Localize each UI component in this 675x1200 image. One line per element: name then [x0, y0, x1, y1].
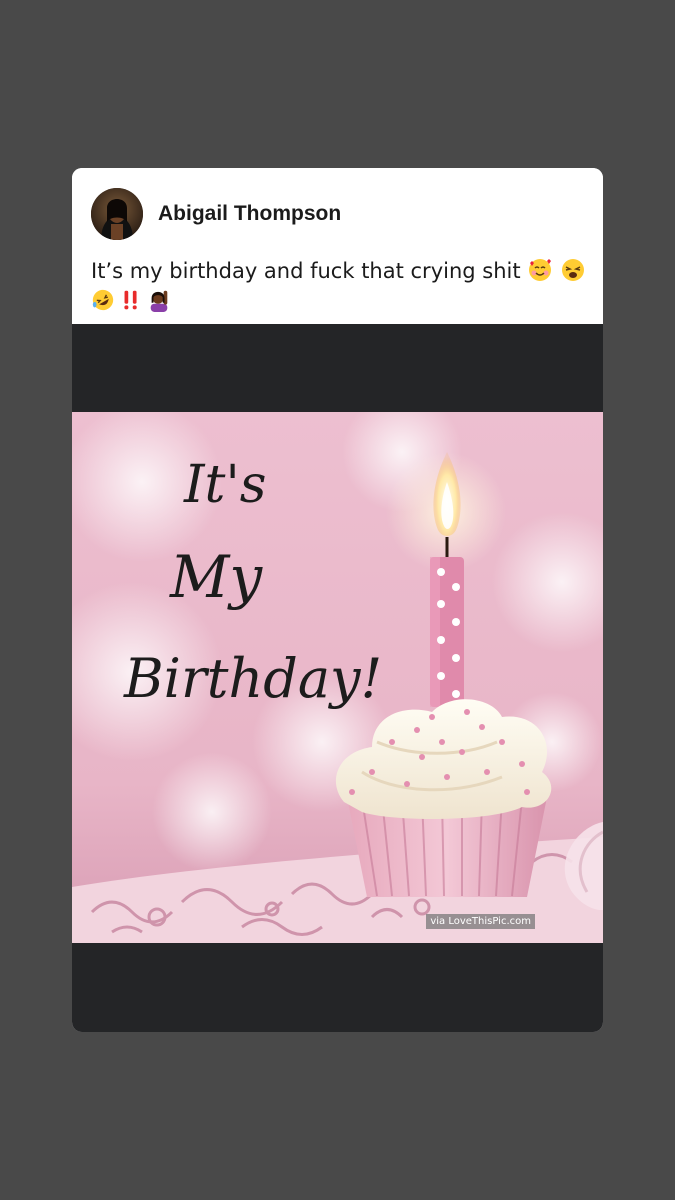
smiling-face-with-hearts-icon: [529, 259, 552, 281]
author-name[interactable]: Abigail Thompson: [158, 202, 341, 226]
birthday-cupcake-photo[interactable]: It's My Birthday! via LoveThisPic.com: [72, 412, 603, 943]
post-text: It’s my birthday and fuck that crying sh…: [91, 256, 591, 287]
post-header: Abigail Thompson It’s my birthday and fu…: [72, 168, 603, 324]
svg-text:My: My: [169, 543, 263, 611]
post-media[interactable]: It's My Birthday! via LoveThisPic.com: [72, 324, 603, 1032]
weary-face-icon: [561, 259, 584, 281]
post-text-content: It’s my birthday and fuck that crying sh…: [91, 259, 521, 283]
image-watermark: via LoveThisPic.com: [426, 914, 535, 929]
woman-raising-hand-icon: [150, 290, 168, 312]
svg-text:Birthday!: Birthday!: [123, 647, 382, 710]
author-avatar[interactable]: [91, 188, 143, 240]
rolling-on-floor-laughing-icon: [92, 289, 114, 311]
emoji-row: [91, 286, 171, 314]
story-post-card[interactable]: Abigail Thompson It’s my birthday and fu…: [72, 168, 603, 1032]
double-exclamation-icon: [124, 290, 137, 310]
svg-text:It's: It's: [183, 455, 266, 515]
photo-artwork: It's My Birthday!: [72, 412, 603, 943]
